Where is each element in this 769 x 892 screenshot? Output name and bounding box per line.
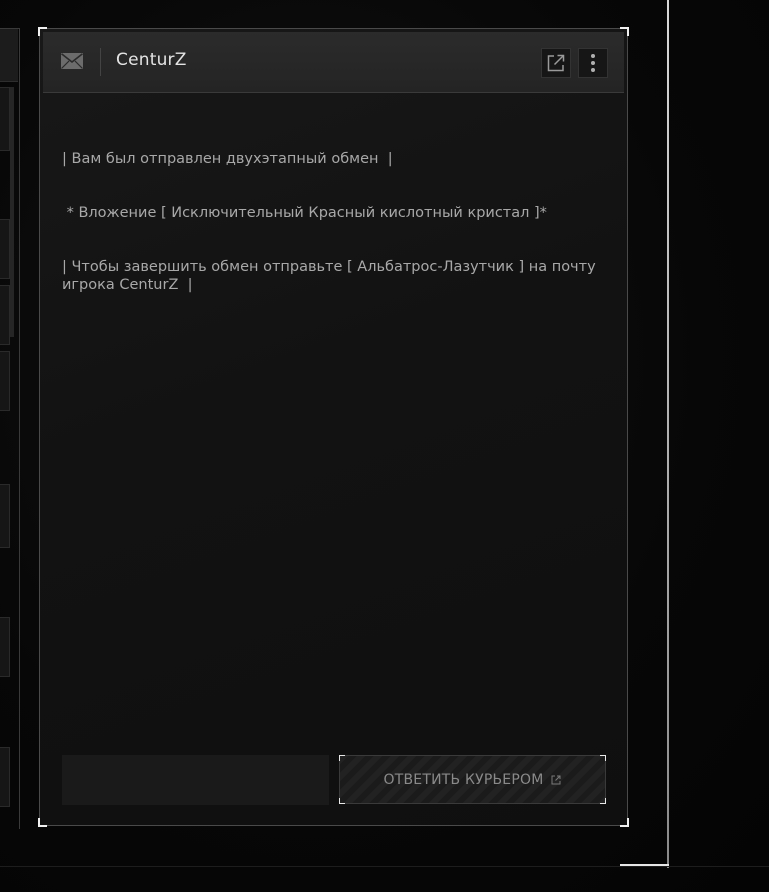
reply-input[interactable] — [62, 755, 329, 805]
background-list-row[interactable] — [0, 617, 10, 677]
background-frame-edge — [667, 0, 669, 868]
message-line: * Вложение [ Исключительный Красный кисл… — [62, 205, 547, 221]
more-options-button[interactable] — [578, 48, 608, 78]
background-list-row[interactable] — [0, 87, 10, 151]
reply-by-courier-label: ОТВЕТИТЬ КУРЬЕРОМ — [383, 771, 544, 788]
button-corner — [600, 755, 606, 761]
reply-by-courier-button[interactable]: ОТВЕТИТЬ КУРЬЕРОМ — [339, 755, 606, 804]
open-external-button[interactable] — [541, 48, 571, 78]
background-list-row[interactable] — [0, 285, 10, 345]
frame-corner — [620, 818, 629, 827]
external-link-icon — [547, 54, 565, 72]
button-corner — [339, 755, 345, 761]
background-list-row[interactable] — [0, 351, 10, 411]
background-list-row[interactable] — [0, 747, 10, 807]
background-list-row[interactable] — [0, 484, 10, 548]
button-corner — [339, 798, 345, 804]
mail-header: CenturZ — [43, 32, 624, 93]
background-list-header — [0, 29, 18, 82]
header-divider — [100, 48, 101, 76]
message-line: | Вам был отправлен двухэтапный обмен | — [62, 151, 393, 167]
background-scrollbar[interactable] — [10, 87, 14, 337]
mail-window: CenturZ | Вам был отправлен двухэтапный … — [38, 27, 629, 827]
frame-corner — [38, 818, 47, 827]
more-vertical-icon — [591, 54, 595, 72]
button-corner — [600, 798, 606, 804]
background-list-panel — [0, 28, 20, 829]
envelope-icon — [61, 53, 83, 69]
message-line: | Чтобы завершить обмен отправьте [ Альб… — [62, 259, 601, 293]
background-divider — [0, 866, 769, 867]
message-body: | Вам был отправлен двухэтапный обмен | … — [62, 114, 602, 330]
sender-name: CenturZ — [116, 50, 187, 70]
game-screen: CenturZ | Вам был отправлен двухэтапный … — [0, 0, 769, 892]
background-list-row[interactable] — [0, 219, 10, 279]
external-link-icon — [551, 775, 561, 784]
